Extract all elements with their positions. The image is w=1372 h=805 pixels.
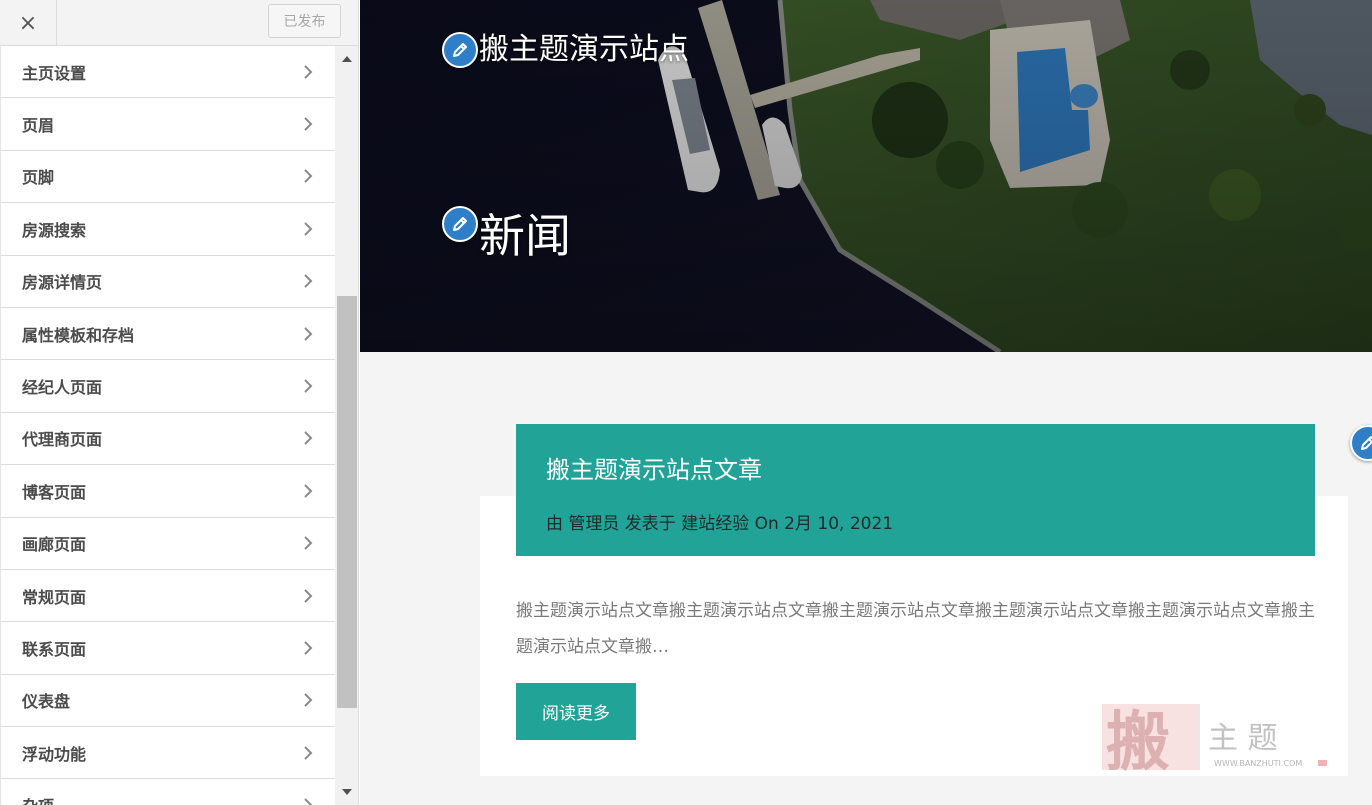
page-heading: 新闻 xyxy=(479,209,571,263)
publish-status-button[interactable]: 已发布 xyxy=(268,4,341,38)
menu-item[interactable]: 房源详情页 xyxy=(0,255,335,308)
menu-item[interactable]: 页脚 xyxy=(0,150,335,204)
menu-item[interactable]: 代理商页面 xyxy=(0,412,335,466)
pencil-icon xyxy=(1361,436,1372,450)
watermark-glyph: 搬 xyxy=(1106,706,1170,780)
menu-item[interactable]: 主页设置 xyxy=(0,46,335,99)
chevron-right-icon xyxy=(304,746,313,760)
menu-item[interactable]: 画廊页面 xyxy=(0,517,335,570)
menu-item-label: 主页设置 xyxy=(22,63,87,83)
menu-item-label: 杂项 xyxy=(22,793,54,805)
menu-item[interactable]: 经纪人页面 xyxy=(0,360,335,413)
chevron-right-icon xyxy=(304,798,313,805)
scroll-up-arrow-icon[interactable] xyxy=(335,46,358,72)
watermark-text: 主 题 xyxy=(1208,721,1278,756)
chevron-right-icon xyxy=(304,484,313,498)
menu-item-label: 属性模板和存档 xyxy=(22,325,135,345)
chevron-right-icon xyxy=(304,536,313,550)
menu-item[interactable]: 页眉 xyxy=(0,98,335,151)
panel-header: × 已发布 xyxy=(0,0,358,46)
customizer-panel: × 已发布 主页设置页眉页脚房源搜索房源详情页属性模板和存档 经纪人页面代理商页面… xyxy=(0,0,359,805)
menu-item-label: 经纪人页面 xyxy=(22,378,103,398)
close-icon: × xyxy=(18,10,38,36)
customizer-menu: 主页设置页眉页脚房源搜索房源详情页属性模板和存档 经纪人页面代理商页面博客页面画廊… xyxy=(0,46,335,805)
menu-item[interactable]: 杂项 xyxy=(0,779,335,805)
menu-item-label: 页脚 xyxy=(22,168,55,188)
site-title[interactable]: 搬主题演示站点 xyxy=(479,24,689,68)
menu-item-label: 浮动功能 xyxy=(22,744,87,764)
watermark-url: WWW.BANZHUTI.COM xyxy=(1214,759,1302,768)
chevron-right-icon xyxy=(304,588,313,603)
menu-item-label: 画廊页面 xyxy=(22,535,87,555)
menu-item[interactable]: 房源搜索 xyxy=(0,203,335,256)
watermark-logo: 搬 主 题 WWW.BANZHUTI.COM xyxy=(1102,704,1327,780)
pencil-icon xyxy=(453,43,467,57)
menu-item[interactable]: 博客页面 xyxy=(0,465,335,518)
chevron-right-icon xyxy=(304,64,313,79)
menu-item[interactable]: 常规页面 xyxy=(0,569,335,623)
site-title-edit-pin[interactable] xyxy=(442,32,478,68)
post-edit-pin[interactable] xyxy=(1350,425,1372,461)
hero-banner: 搬主题演示站点 新闻 xyxy=(360,0,1372,352)
post-excerpt: 搬主题演示站点文章搬主题演示站点文章搬主题演示站点文章搬主题演示站点文章搬主题演… xyxy=(516,601,1315,657)
chevron-right-icon xyxy=(304,641,313,655)
page-heading-edit-pin[interactable] xyxy=(442,206,478,242)
site-preview: 搬主题演示站点 新闻 搬主题演示站点文章 由 管理员 发表于 建站经验 On 2… xyxy=(360,0,1372,805)
scroll-thumb[interactable] xyxy=(337,296,357,708)
menu-item-label: 房源详情页 xyxy=(22,273,103,293)
chevron-right-icon xyxy=(304,274,313,288)
chevron-right-icon xyxy=(304,222,313,236)
scroll-down-arrow-icon[interactable] xyxy=(335,779,358,805)
chevron-right-icon xyxy=(304,693,313,708)
menu-item-label: 仪表盘 xyxy=(22,692,71,712)
post-meta: 由 管理员 发表于 建站经验 On 2月 10, 2021 xyxy=(546,514,894,534)
menu-item-label: 常规页面 xyxy=(22,587,87,607)
menu-item[interactable]: 仪表盘 xyxy=(0,674,335,728)
menu-item-label: 房源搜索 xyxy=(22,220,87,240)
menu-item-label: 代理商页面 xyxy=(22,430,103,450)
chevron-right-icon xyxy=(304,326,313,341)
chevron-right-icon xyxy=(304,431,313,446)
pencil-icon xyxy=(453,217,467,231)
close-button[interactable]: × xyxy=(0,0,57,46)
menu-item-label: 联系页面 xyxy=(22,639,87,659)
menu-item-label: 博客页面 xyxy=(22,482,87,502)
chevron-right-icon xyxy=(304,379,313,393)
chevron-right-icon xyxy=(304,169,313,184)
post-title[interactable]: 搬主题演示站点文章 xyxy=(546,450,762,485)
menu-item-label: 页眉 xyxy=(22,116,55,136)
chevron-right-icon xyxy=(304,117,313,131)
menu-item[interactable]: 联系页面 xyxy=(0,622,335,675)
read-more-button[interactable]: 阅读更多 xyxy=(516,683,636,740)
post-header: 搬主题演示站点文章 由 管理员 发表于 建站经验 On 2月 10, 2021 xyxy=(516,424,1315,556)
panel-scrollbar[interactable] xyxy=(335,46,358,805)
menu-item[interactable]: 属性模板和存档 xyxy=(0,307,335,361)
menu-item[interactable]: 浮动功能 xyxy=(0,727,335,780)
